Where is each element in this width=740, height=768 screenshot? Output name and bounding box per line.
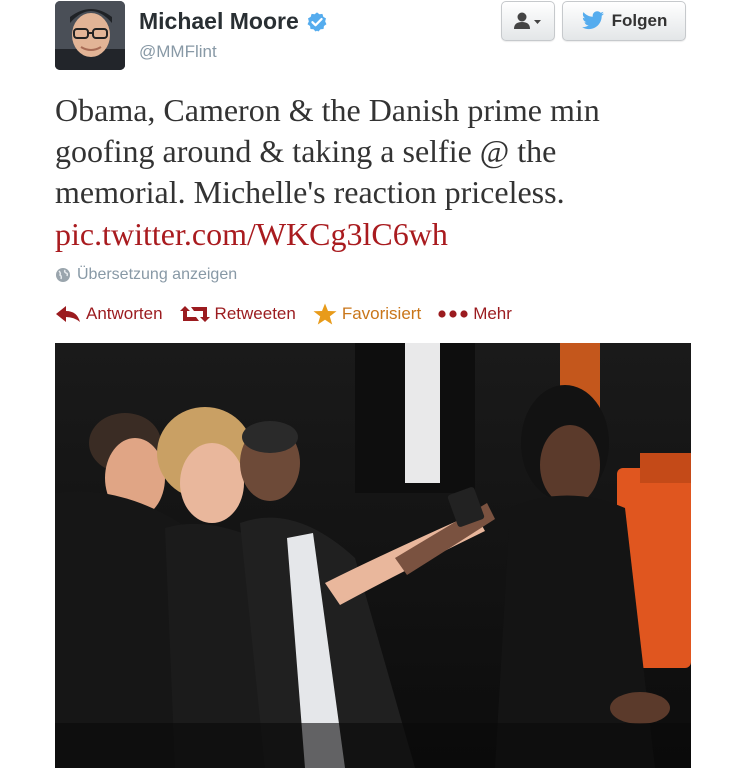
tweet-text-line: goofing around & taking a selfie @ the [55, 133, 557, 169]
user-handle[interactable]: @MMFlint [139, 42, 217, 62]
selfie-photo-image [55, 343, 691, 768]
retweet-button[interactable]: Retweeten [179, 304, 296, 324]
favorite-button[interactable]: Favorisiert [313, 303, 421, 325]
more-dots-icon [438, 310, 468, 318]
tweet-media-link[interactable]: pic.twitter.com/WKCg3lC6wh [55, 214, 448, 255]
display-name[interactable]: Michael Moore [139, 8, 299, 35]
tweet-actions: Antworten Retweeten Favorisiert Mehr [55, 303, 529, 325]
star-icon [313, 303, 337, 325]
user-dropdown-icon [514, 12, 541, 29]
follow-button[interactable]: Folgen [562, 1, 686, 41]
reply-icon [56, 306, 80, 322]
avatar[interactable] [55, 1, 125, 70]
tweet-text-line: memorial. Michelle's reaction priceless. [55, 174, 565, 210]
reply-label: Antworten [86, 304, 163, 323]
tweet-text-line: Obama, Cameron & the Danish prime min [55, 92, 600, 128]
retweet-label: Retweeten [214, 304, 296, 323]
twitter-bird-icon [581, 11, 604, 30]
more-button[interactable]: Mehr [438, 304, 512, 324]
more-label: Mehr [473, 304, 512, 323]
user-actions-dropdown-button[interactable] [501, 1, 555, 41]
reply-button[interactable]: Antworten [55, 304, 163, 324]
globe-icon [56, 268, 70, 282]
follow-button-label: Folgen [611, 11, 668, 30]
favorite-label: Favorisiert [341, 304, 422, 323]
user-name-row[interactable]: Michael Moore [139, 8, 328, 35]
tweet-text: Obama, Cameron & the Danish prime min go… [55, 90, 705, 213]
avatar-image [55, 1, 125, 70]
tweet-photo[interactable] [55, 343, 691, 768]
translate-label[interactable]: Übersetzung anzeigen [77, 266, 237, 284]
translate-link[interactable]: Übersetzung anzeigen [55, 266, 237, 284]
verified-badge-icon [307, 11, 327, 32]
retweet-icon [179, 306, 210, 322]
